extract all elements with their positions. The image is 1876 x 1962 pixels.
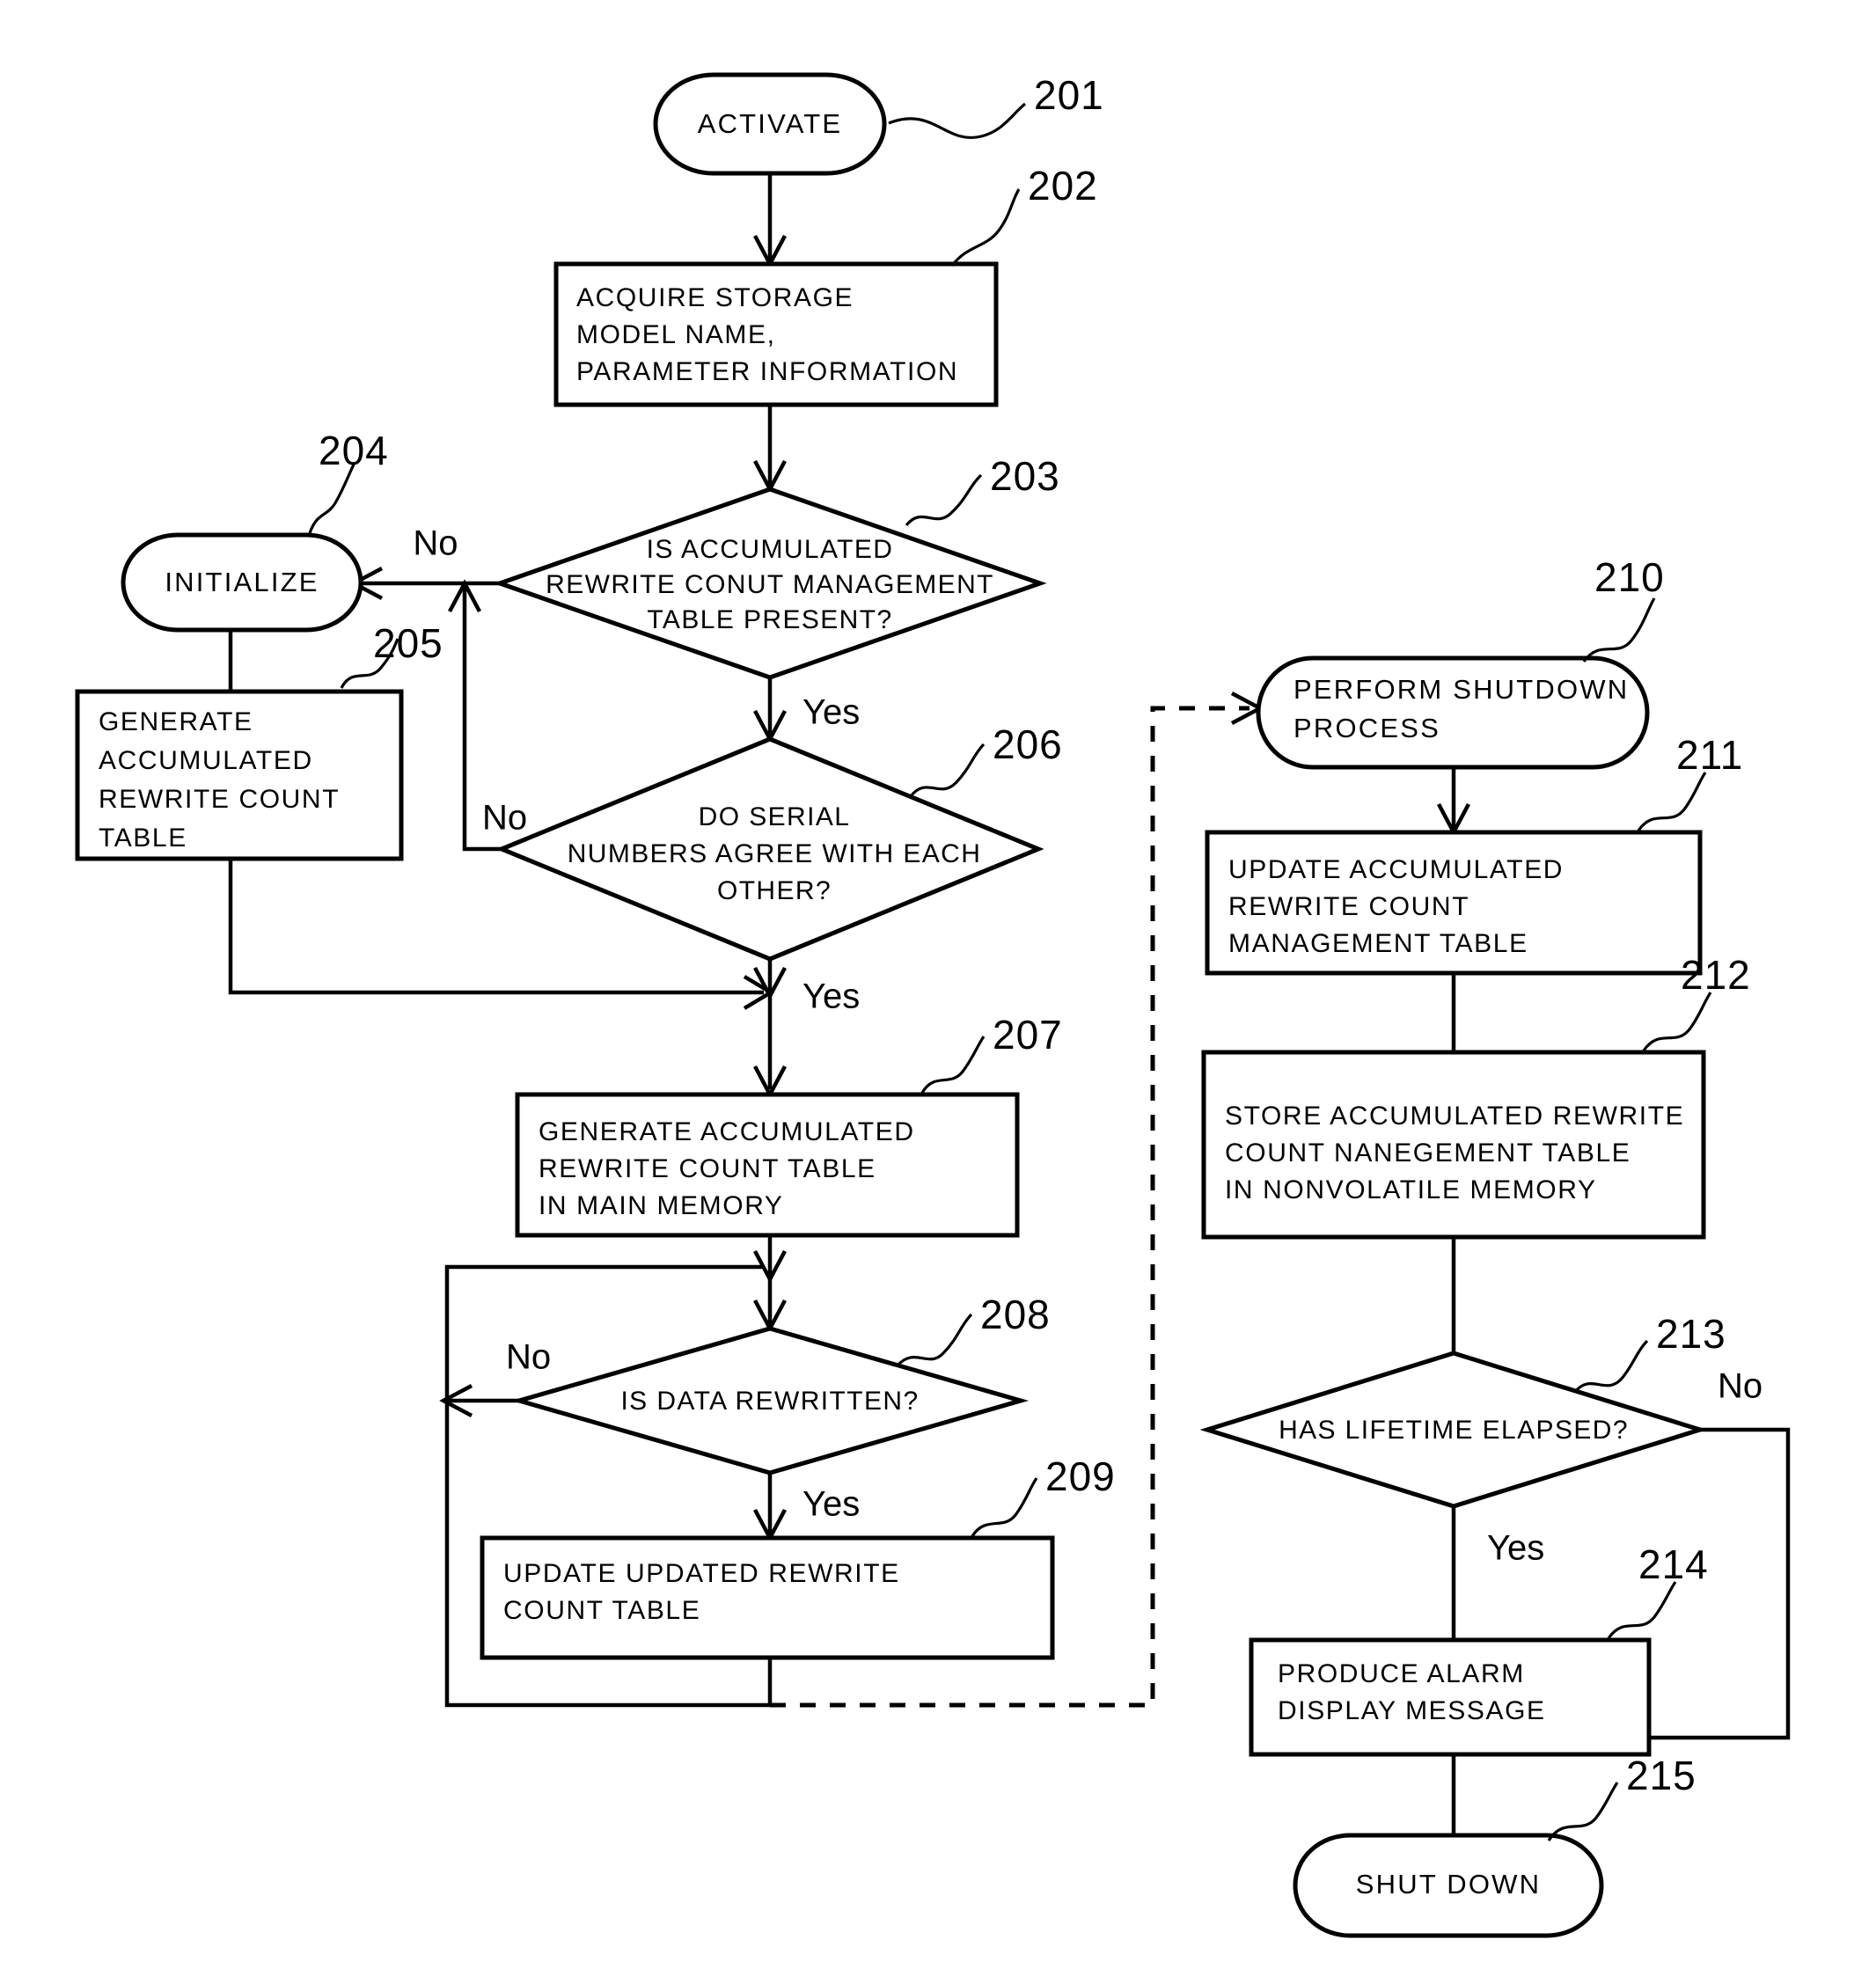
ref-number-207: 207 <box>993 1012 1063 1058</box>
node-213-line-1: HAS LIFETIME ELAPSED? <box>1279 1416 1629 1445</box>
branch-label-208-yes: Yes <box>802 1485 860 1524</box>
node-205-generate-accumulated-table: GENERATE ACCUMULATED REWRITE COUNT TABLE <box>75 689 404 861</box>
node-203-line-1: IS ACCUMULATED <box>647 535 894 564</box>
node-206-line-1: DO SERIAL <box>699 802 851 831</box>
leader-line-208 <box>896 1313 973 1367</box>
node-207-line-3: IN MAIN MEMORY <box>539 1191 784 1220</box>
leader-line-202 <box>950 188 1021 267</box>
node-205-line-3: REWRITE COUNT <box>99 785 340 814</box>
leader-line-212 <box>1642 992 1712 1051</box>
node-212-line-1: STORE ACCUMULATED REWRITE <box>1225 1102 1684 1131</box>
leader-line-209 <box>971 1477 1038 1537</box>
leader-line-215 <box>1547 1782 1619 1841</box>
leader-line-214 <box>1607 1581 1677 1639</box>
branch-label-203-no: No <box>413 524 458 563</box>
node-205-line-1: GENERATE <box>99 707 253 736</box>
node-212-line-2: COUNT NANEGEMENT TABLE <box>1225 1138 1631 1168</box>
node-206-serial-numbers-decision: DO SERIAL NUMBERS AGREE WITH EACH OTHER? <box>495 736 1044 962</box>
branch-label-206-yes: Yes <box>802 977 860 1016</box>
node-210-line-2: PROCESS <box>1293 713 1440 743</box>
ref-number-204: 204 <box>319 428 389 473</box>
node-203-table-present-decision: IS ACCUMULATED REWRITE CONUT MANAGEMENT … <box>493 487 1047 680</box>
ref-number-211: 211 <box>1676 732 1743 778</box>
leader-line-207 <box>920 1036 986 1094</box>
node-212-store-in-nonvolatile-memory: STORE ACCUMULATED REWRITE COUNT NANEGEME… <box>1201 1050 1706 1240</box>
node-215-label: SHUT DOWN <box>1356 1869 1541 1900</box>
node-214-produce-alarm-message: PRODUCE ALARM DISPLAY MESSAGE <box>1249 1637 1652 1757</box>
node-201-label: ACTIVATE <box>698 108 843 139</box>
node-206-line-3: OTHER? <box>717 876 832 905</box>
leader-line-201 <box>888 102 1027 140</box>
ref-number-213: 213 <box>1656 1311 1726 1357</box>
node-209-update-rewrite-count-table: UPDATE UPDATED REWRITE COUNT TABLE <box>480 1535 1055 1660</box>
node-215-shut-down: SHUT DOWN <box>1293 1833 1604 1938</box>
ref-number-201: 201 <box>1034 72 1104 118</box>
node-204-label: INITIALIZE <box>165 567 319 597</box>
node-202-line-3: PARAMETER INFORMATION <box>576 357 958 386</box>
node-211-update-accumulated-table: UPDATE ACCUMULATED REWRITE COUNT MANAGEM… <box>1205 830 1703 976</box>
leader-line-211 <box>1637 772 1707 831</box>
branch-label-206-no: No <box>482 799 527 838</box>
node-210-line-1: PERFORM SHUTDOWN <box>1293 674 1629 705</box>
branch-label-203-yes: Yes <box>802 693 860 732</box>
node-211-line-2: REWRITE COUNT <box>1228 892 1469 921</box>
ref-number-214: 214 <box>1638 1541 1709 1587</box>
node-208-line-1: IS DATA REWRITTEN? <box>620 1387 919 1416</box>
node-214-line-1: PRODUCE ALARM <box>1278 1659 1525 1688</box>
node-213-has-lifetime-elapsed-decision: HAS LIFETIME ELAPSED? <box>1199 1351 1708 1509</box>
ref-number-212: 212 <box>1681 952 1751 998</box>
ref-number-205: 205 <box>373 620 443 666</box>
ref-number-215: 215 <box>1626 1753 1696 1798</box>
leader-line-213 <box>1573 1339 1649 1394</box>
ref-number-206: 206 <box>993 721 1063 767</box>
node-202-line-2: MODEL NAME, <box>576 320 776 349</box>
node-202-acquire-storage: ACQUIRE STORAGE MODEL NAME, PARAMETER IN… <box>553 261 999 407</box>
leader-line-203 <box>905 473 983 527</box>
node-207-line-1: GENERATE ACCUMULATED <box>539 1117 915 1146</box>
ref-number-202: 202 <box>1028 163 1098 209</box>
node-203-line-2: REWRITE CONUT MANAGEMENT <box>546 570 994 599</box>
node-211-line-3: MANAGEMENT TABLE <box>1228 929 1528 958</box>
branch-label-208-no: No <box>506 1338 551 1377</box>
node-212-line-3: IN NONVOLATILE MEMORY <box>1225 1175 1597 1204</box>
ref-number-203: 203 <box>990 453 1060 499</box>
node-206-line-2: NUMBERS AGREE WITH EACH <box>568 839 982 868</box>
node-202-line-1: ACQUIRE STORAGE <box>576 283 854 312</box>
node-207-line-2: REWRITE COUNT TABLE <box>539 1154 876 1183</box>
branch-label-213-no: No <box>1718 1367 1762 1406</box>
patent-flowchart-figure: ACTIVATE 201 ACQUIRE STORAGE MODEL NAME,… <box>0 0 1876 1962</box>
node-201-activate: ACTIVATE <box>653 72 887 176</box>
node-211-line-1: UPDATE ACCUMULATED <box>1228 855 1564 884</box>
leader-line-204 <box>308 464 355 534</box>
node-205-line-4: TABLE <box>99 824 187 853</box>
node-203-line-3: TABLE PRESENT? <box>647 605 892 634</box>
node-214-line-2: DISPLAY MESSAGE <box>1278 1696 1546 1725</box>
leader-line-210 <box>1582 597 1656 663</box>
node-209-line-2: COUNT TABLE <box>503 1596 700 1625</box>
ref-number-208: 208 <box>980 1292 1051 1337</box>
node-207-generate-in-main-memory: GENERATE ACCUMULATED REWRITE COUNT TABLE… <box>515 1092 1020 1238</box>
branch-label-213-yes: Yes <box>1487 1529 1544 1568</box>
ref-number-210: 210 <box>1594 554 1665 600</box>
node-209-line-1: UPDATE UPDATED REWRITE <box>503 1559 900 1588</box>
node-205-line-2: ACCUMULATED <box>99 746 313 775</box>
ref-number-209: 209 <box>1045 1453 1116 1499</box>
leader-line-206 <box>909 743 986 798</box>
flowchart-canvas: ACTIVATE 201 ACQUIRE STORAGE MODEL NAME,… <box>75 72 1791 1938</box>
node-204-initialize: INITIALIZE <box>121 532 363 633</box>
node-210-perform-shutdown-process: PERFORM SHUTDOWN PROCESS <box>1256 655 1650 770</box>
